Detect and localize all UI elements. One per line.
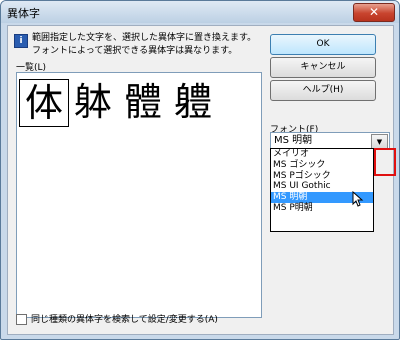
same-type-option[interactable]: 同じ種類の異体字を検索して設定/変更する(A) xyxy=(16,312,218,325)
cursor-icon xyxy=(352,191,364,207)
variant-char-list[interactable]: 体 躰 體 軆 xyxy=(16,72,262,318)
same-type-checkbox[interactable] xyxy=(16,314,27,325)
highlight-box xyxy=(374,148,396,176)
variant-char-3[interactable]: 體 xyxy=(119,79,167,125)
close-button[interactable]: ✕ xyxy=(353,3,395,22)
variant-char-4[interactable]: 軆 xyxy=(169,79,217,125)
font-select-value: MS 明朝 xyxy=(274,135,313,146)
ok-button[interactable]: OK xyxy=(270,34,376,55)
dialog-window: 異体字 ✕ i 範囲指定した文字を、選択した異体字に置き換えます。 フォントによ… xyxy=(0,0,400,340)
font-option[interactable]: MS Pゴシック xyxy=(271,171,373,182)
variant-char-1[interactable]: 体 xyxy=(19,79,69,127)
description: 範囲指定した文字を、選択した異体字に置き換えます。 フォントによって選択できる異… xyxy=(32,32,262,58)
font-option[interactable]: MS ゴシック xyxy=(271,160,373,171)
help-button[interactable]: ヘルプ(H) xyxy=(270,80,376,101)
variant-char-2[interactable]: 躰 xyxy=(69,79,117,125)
font-option[interactable]: メイリオ xyxy=(271,149,373,160)
same-type-checkbox-label: 同じ種類の異体字を検索して設定/変更する(A) xyxy=(31,315,218,325)
description-line-1: 範囲指定した文字を、選択した異体字に置き換えます。 xyxy=(32,33,257,43)
description-line-2: フォントによって選択できる異体字は異なります。 xyxy=(32,46,238,56)
dialog-body: i 範囲指定した文字を、選択した異体字に置き換えます。 フォントによって選択でき… xyxy=(7,25,396,335)
font-dropdown-list[interactable]: メイリオ MS ゴシック MS Pゴシック MS UI Gothic MS 明朝… xyxy=(270,148,374,232)
cancel-button[interactable]: キャンセル xyxy=(270,57,376,78)
window-title: 異体字 xyxy=(7,7,40,20)
title-bar: 異体字 ✕ xyxy=(1,1,399,23)
info-icon: i xyxy=(14,34,28,48)
